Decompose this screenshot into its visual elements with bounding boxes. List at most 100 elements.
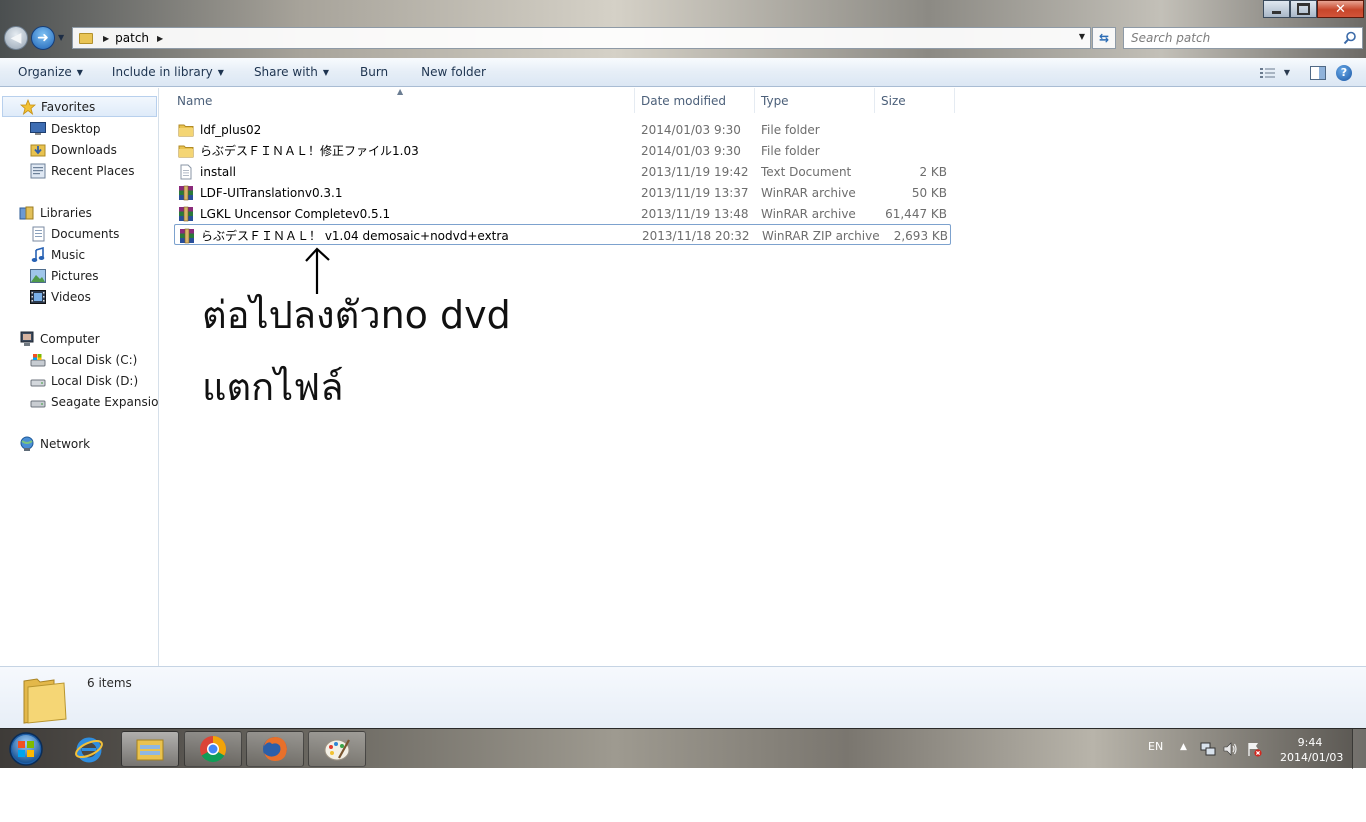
title-bar: ✕ ◀ ➜ ▼ ▶ patch ▶ ▼ ⇆ <box>0 0 1366 58</box>
nav-downloads[interactable]: Downloads <box>30 139 117 160</box>
nav-recent-places[interactable]: Recent Places <box>30 160 134 181</box>
new-folder-button[interactable]: New folder <box>397 58 495 86</box>
share-with-label: Share with <box>253 65 318 79</box>
organize-menu[interactable]: Organize ▼ <box>0 58 92 86</box>
file-date: 2014/01/03 9:30 <box>641 122 741 137</box>
file-name: LGKL Uncensor Completev0.5.1 <box>200 206 391 221</box>
share-with-menu[interactable]: Share with ▼ <box>233 58 338 86</box>
burn-button[interactable]: Burn <box>338 58 397 86</box>
nav-desktop[interactable]: Desktop <box>30 118 101 139</box>
include-in-library-menu[interactable]: Include in library ▼ <box>92 58 233 86</box>
table-row[interactable]: LDF-UITranslationv0.3.1 2013/11/19 13:37… <box>174 182 951 203</box>
breadcrumb-separator-icon[interactable]: ▶ <box>103 34 109 43</box>
column-header-name[interactable]: Name <box>171 88 635 113</box>
folder-icon <box>178 124 194 136</box>
file-date: 2014/01/03 9:30 <box>641 143 741 158</box>
help-button[interactable]: ? <box>1336 64 1352 81</box>
clock[interactable]: 9:44 2014/01/03 <box>1280 735 1343 765</box>
file-name: LDF-UITranslationv0.3.1 <box>200 185 343 200</box>
file-size <box>877 119 947 140</box>
nav-music[interactable]: Music <box>30 244 85 265</box>
breadcrumb-separator-icon[interactable]: ▶ <box>157 34 163 43</box>
forward-button[interactable]: ➜ <box>31 26 55 50</box>
pictures-icon <box>30 268 46 284</box>
hard-drive-icon <box>30 373 46 389</box>
file-list: ▲ Name Date modified Type Size ldf_plus0… <box>160 87 1366 666</box>
maximize-button[interactable] <box>1290 0 1317 18</box>
nav-desktop-label: Desktop <box>51 121 101 136</box>
table-row[interactable]: ldf_plus02 2014/01/03 9:30 File folder <box>174 119 951 140</box>
search-icon[interactable] <box>1343 31 1357 45</box>
show-desktop-button[interactable] <box>1352 729 1366 769</box>
nav-pictures[interactable]: Pictures <box>30 265 99 286</box>
downloads-icon <box>30 142 46 158</box>
internet-explorer-icon <box>75 737 103 763</box>
breadcrumb-item-patch[interactable]: patch <box>115 31 149 45</box>
action-center-flag-icon[interactable] <box>1246 741 1262 757</box>
taskbar-firefox[interactable] <box>246 731 304 767</box>
nav-favorites[interactable]: Favorites <box>2 96 157 117</box>
close-button[interactable]: ✕ <box>1317 0 1364 18</box>
winrar-icon <box>179 206 193 221</box>
volume-icon[interactable] <box>1222 741 1238 757</box>
preview-pane-icon <box>1310 65 1326 80</box>
nav-libraries-label: Libraries <box>40 205 92 220</box>
nav-computer[interactable]: Computer <box>19 328 100 349</box>
show-hidden-icons-button[interactable]: ▲ <box>1180 742 1187 752</box>
column-header-date-modified[interactable]: Date modified <box>635 88 755 113</box>
refresh-button[interactable]: ⇆ <box>1092 27 1116 49</box>
table-row[interactable]: らぶデスＦＩＮＡＬ！ v1.04 demosaic+nodvd+extra 20… <box>174 224 951 245</box>
nav-documents[interactable]: Documents <box>30 223 119 244</box>
nav-seagate-expansion[interactable]: Seagate Expansion D <box>30 391 158 412</box>
paint-palette-icon <box>324 739 350 761</box>
nav-documents-label: Documents <box>51 226 120 241</box>
back-button[interactable]: ◀ <box>4 26 28 50</box>
nav-downloads-label: Downloads <box>51 142 117 157</box>
recent-places-icon <box>30 163 46 179</box>
nav-libraries[interactable]: Libraries <box>19 202 92 223</box>
taskbar-windows-explorer[interactable] <box>121 731 179 767</box>
address-history-dropdown[interactable]: ▼ <box>1079 32 1085 41</box>
nav-videos[interactable]: Videos <box>30 286 91 307</box>
recent-pages-dropdown[interactable]: ▼ <box>58 33 64 42</box>
search-box[interactable] <box>1123 27 1363 49</box>
column-header-type[interactable]: Type <box>755 88 875 113</box>
change-view-button[interactable] <box>1259 67 1276 79</box>
column-header-size-label: Size <box>881 93 906 108</box>
network-status-icon[interactable] <box>1200 741 1216 757</box>
table-row[interactable]: らぶデスＦＩＮＡＬ！修正ファイル1.03 2014/01/03 9:30 Fil… <box>174 140 951 161</box>
column-header-size[interactable]: Size <box>875 88 955 113</box>
view-options-dropdown[interactable]: ▼ <box>1284 68 1290 77</box>
folder-icon <box>178 145 194 157</box>
file-size <box>877 140 947 161</box>
arrow-left-icon: ◀ <box>10 30 22 46</box>
annotation-text-line-1: ต่อไปลงตัวno dvd <box>202 293 511 337</box>
nav-local-disk-c[interactable]: Local Disk (C:) <box>30 349 137 370</box>
taskbar-internet-explorer[interactable] <box>60 731 118 767</box>
search-input[interactable] <box>1131 31 1331 45</box>
documents-icon <box>30 226 46 242</box>
preview-pane-button[interactable] <box>1310 65 1326 80</box>
nav-network[interactable]: Network <box>19 433 90 454</box>
file-size: 50 KB <box>911 185 947 200</box>
nav-local-disk-d[interactable]: Local Disk (D:) <box>30 370 138 391</box>
close-icon: ✕ <box>1335 1 1346 17</box>
address-bar[interactable]: ▶ patch ▶ ▼ <box>72 27 1091 49</box>
file-type: WinRAR archive <box>761 185 856 200</box>
minimize-button[interactable] <box>1263 0 1290 18</box>
videos-icon <box>30 289 46 305</box>
table-row[interactable]: install 2013/11/19 19:42 Text Document 2… <box>174 161 951 182</box>
arrow-right-icon: ➜ <box>37 30 49 46</box>
chevron-down-icon: ▼ <box>322 67 329 77</box>
table-row[interactable]: LGKL Uncensor Completev0.5.1 2013/11/19 … <box>174 203 951 224</box>
windows-explorer-icon <box>136 739 164 761</box>
taskbar-google-chrome[interactable] <box>184 731 242 767</box>
star-icon <box>20 98 36 115</box>
language-indicator[interactable]: EN <box>1148 740 1163 753</box>
start-button[interactable] <box>5 730 47 768</box>
taskbar-paint[interactable] <box>308 731 366 767</box>
system-drive-icon <box>30 352 46 368</box>
chevron-down-icon: ▼ <box>76 67 83 77</box>
burn-label: Burn <box>360 65 389 79</box>
file-name: らぶデスＦＩＮＡＬ！修正ファイル1.03 <box>200 144 419 158</box>
